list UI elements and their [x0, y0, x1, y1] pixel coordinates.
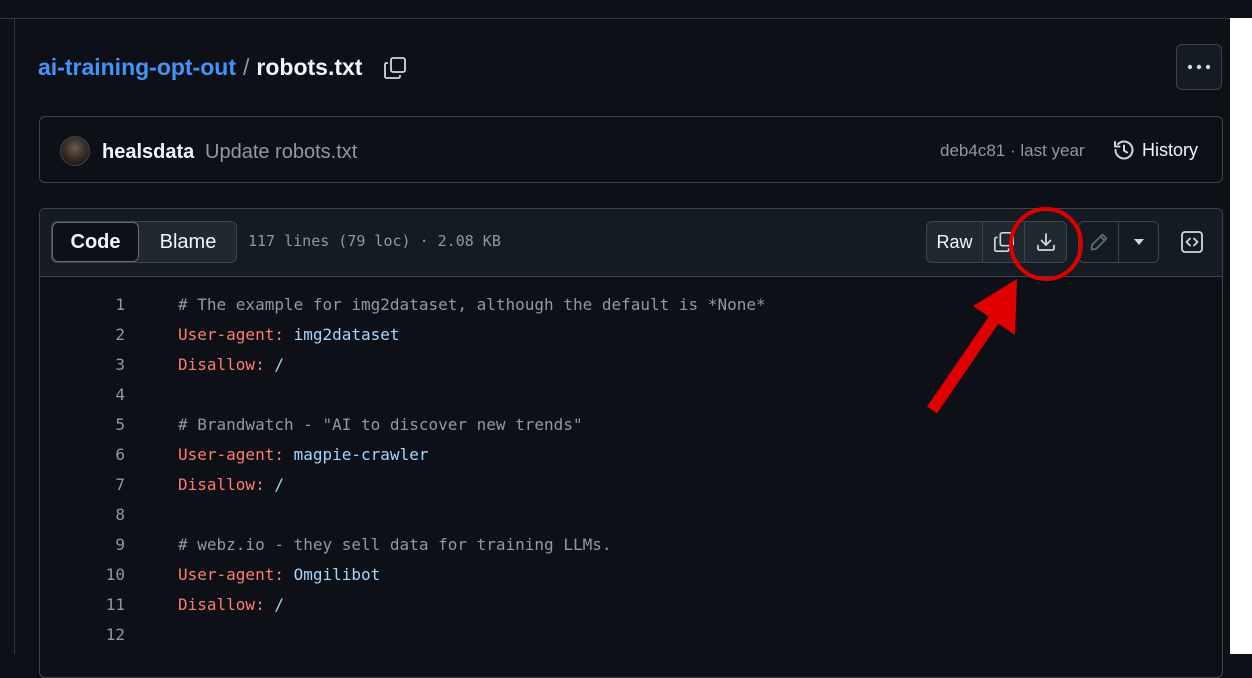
- page-edge-top: [1230, 0, 1252, 18]
- code-value: img2dataset: [283, 325, 400, 344]
- raw-button[interactable]: Raw: [927, 222, 983, 262]
- code-directive: Disallow:: [178, 595, 265, 614]
- copy-icon: [993, 232, 1014, 252]
- line-content: Disallow: /: [178, 470, 284, 500]
- line-number[interactable]: 12: [40, 620, 125, 650]
- kebab-horizontal-icon: [1187, 64, 1211, 70]
- history-icon: [1114, 140, 1134, 160]
- history-button[interactable]: History: [1112, 138, 1198, 162]
- tab-blame[interactable]: Blame: [140, 222, 236, 262]
- line-content: # webz.io - they sell data for training …: [178, 530, 611, 560]
- code-line: 7 Disallow: /: [40, 470, 1222, 500]
- code-value: /: [264, 355, 284, 374]
- code-directive: User-agent:: [178, 325, 284, 344]
- code-line: 12: [40, 620, 1222, 650]
- avatar[interactable]: [60, 136, 90, 166]
- code-value: /: [264, 475, 284, 494]
- pencil-icon: [1090, 233, 1107, 251]
- code-line: 6 User-agent: magpie-crawler: [40, 440, 1222, 470]
- code-line: 2 User-agent: img2dataset: [40, 320, 1222, 350]
- code-line: 1 # The example for img2dataset, although…: [40, 290, 1222, 320]
- code-directive: Disallow:: [178, 475, 265, 494]
- code-line: 11 Disallow: /: [40, 590, 1222, 620]
- code-comment: # The example for img2dataset, although …: [178, 295, 766, 314]
- line-number[interactable]: 5: [40, 410, 125, 440]
- line-number[interactable]: 4: [40, 380, 125, 410]
- line-content: User-agent: img2dataset: [178, 320, 400, 350]
- tab-code[interactable]: Code: [52, 222, 139, 262]
- code-comment: # webz.io - they sell data for training …: [178, 535, 612, 554]
- commit-author-link[interactable]: healsdata: [102, 141, 194, 164]
- line-content: User-agent: magpie-crawler: [178, 440, 428, 470]
- top-divider: [0, 18, 1230, 19]
- code-line: 5 # Brandwatch - "AI to discover new tren…: [40, 410, 1222, 440]
- commit-message-link[interactable]: Update robots.txt: [205, 141, 357, 164]
- code-line: 3 Disallow: /: [40, 350, 1222, 380]
- line-content: # The example for img2dataset, although …: [178, 290, 766, 320]
- code-value: magpie-crawler: [283, 445, 429, 464]
- page-edge: [1230, 18, 1252, 654]
- code-line: 4: [40, 380, 1222, 410]
- edit-file-button[interactable]: [1079, 222, 1119, 262]
- history-label: History: [1142, 139, 1199, 160]
- view-toggle: Code Blame: [51, 221, 237, 263]
- download-raw-button[interactable]: [1025, 222, 1066, 262]
- breadcrumb-separator: /: [243, 54, 250, 80]
- line-content: # Brandwatch - "AI to discover new trend…: [178, 410, 583, 440]
- line-content: Disallow: /: [178, 350, 284, 380]
- line-number[interactable]: 7: [40, 470, 125, 500]
- code-directive: User-agent:: [178, 445, 284, 464]
- code-value: Omgilibot: [283, 565, 381, 584]
- line-number[interactable]: 11: [40, 590, 125, 620]
- line-number[interactable]: 1: [40, 290, 125, 320]
- line-number[interactable]: 2: [40, 320, 125, 350]
- line-number[interactable]: 10: [40, 560, 125, 590]
- download-icon: [1036, 233, 1055, 251]
- left-divider: [14, 18, 15, 654]
- code-directive: User-agent:: [178, 565, 284, 584]
- code-line: 8: [40, 500, 1222, 530]
- file-actions: Raw: [926, 221, 1067, 263]
- code-square-icon: [1181, 231, 1203, 253]
- code-directive: Disallow:: [178, 355, 265, 374]
- copy-path-button[interactable]: [382, 55, 408, 81]
- edit-dropdown-button[interactable]: [1119, 222, 1158, 262]
- breadcrumb-file-name: robots.txt: [256, 54, 363, 80]
- triangle-down-icon: [1133, 239, 1144, 245]
- code-line: 10 User-agent: Omgilibot: [40, 560, 1222, 590]
- code-comment: # Brandwatch - "AI to discover new trend…: [178, 415, 583, 434]
- commit-sha-time[interactable]: deb4c81 · last year: [940, 141, 1085, 161]
- copy-raw-button[interactable]: [983, 222, 1025, 262]
- file-viewer: Code Blame 117 lines (79 loc) · 2.08 KB …: [39, 208, 1223, 678]
- line-number[interactable]: 8: [40, 500, 125, 530]
- breadcrumb-repo-link[interactable]: ai-training-opt-out: [38, 54, 236, 81]
- line-content: Disallow: /: [178, 590, 284, 620]
- code-line: 9 # webz.io - they sell data for training…: [40, 530, 1222, 560]
- more-options-button[interactable]: [1176, 44, 1222, 90]
- file-info: 117 lines (79 loc) · 2.08 KB: [248, 232, 501, 250]
- code-value: /: [264, 595, 284, 614]
- line-number[interactable]: 3: [40, 350, 125, 380]
- latest-commit-bar: healsdata Update robots.txt deb4c81 · la…: [39, 116, 1223, 183]
- file-header: Code Blame 117 lines (79 loc) · 2.08 KB …: [40, 209, 1222, 277]
- line-content: User-agent: Omgilibot: [178, 560, 380, 590]
- copy-icon: [384, 56, 407, 79]
- line-number[interactable]: 6: [40, 440, 125, 470]
- symbols-panel-button[interactable]: [1171, 221, 1213, 263]
- breadcrumb: ai-training-opt-out / robots.txt: [38, 54, 408, 81]
- line-number[interactable]: 9: [40, 530, 125, 560]
- edit-actions: [1078, 221, 1159, 263]
